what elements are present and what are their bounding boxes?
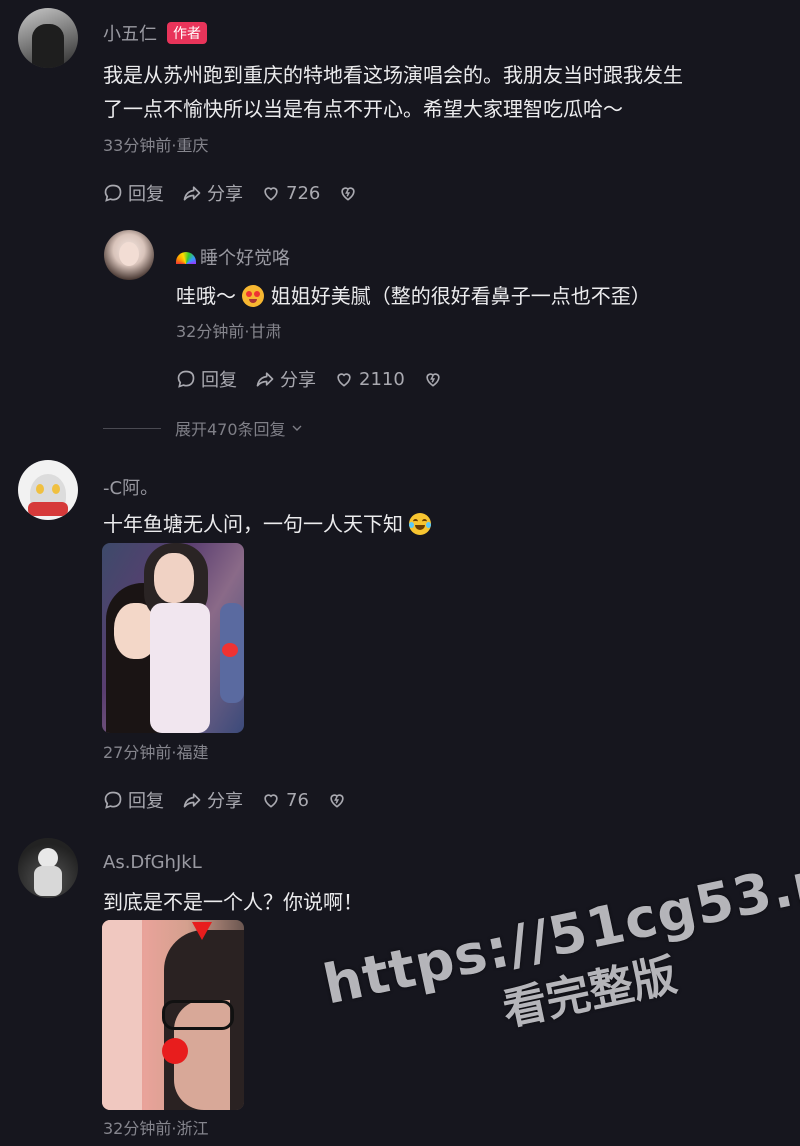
chevron-down-icon [292,425,302,431]
laughing-tears-emoji-icon [409,513,432,535]
share-arrow-icon [183,186,201,201]
expand-replies-button[interactable]: 展开470条回复 [103,416,305,440]
heart-icon [264,794,278,808]
share-arrow-icon [183,793,201,808]
comment-bubble-icon [104,184,122,202]
comment-text: 我是从苏州跑到重庆的特地看这场演唱会的。我朋友当时跟我发生 了一点不愉快所以当是… [103,63,683,121]
heart-icon [337,373,351,387]
avatar[interactable] [18,460,78,520]
username[interactable]: 睡个好觉咯 [176,244,290,270]
divider-line [103,427,161,429]
comment-bubble-icon [104,791,122,809]
reply-button[interactable]: 回复 [103,787,164,813]
dislike-button[interactable] [423,369,443,389]
like-count: 726 [286,182,321,204]
like-count: 76 [286,789,309,811]
share-button[interactable]: 分享 [182,180,243,206]
broken-heart-icon [330,794,344,808]
like-button[interactable]: 76 [261,790,309,811]
comment-meta: 27分钟前·福建 [103,743,209,762]
share-button[interactable]: 分享 [182,787,243,813]
comment-actions: 回复 分享 726 [103,180,376,206]
like-button[interactable]: 2110 [334,369,405,390]
dislike-button[interactable] [338,183,358,203]
reply-text: 哇哦～ 姐姐好美腻（整的很好看鼻子一点也不歪） [176,284,651,308]
username[interactable]: As.DfGhJkL [103,852,202,873]
comment-meta: 32分钟前·浙江 [103,1119,209,1138]
comment-actions: 回复 分享 76 [103,787,365,813]
reply-actions: 回复 分享 2110 [176,366,461,392]
reply-button[interactable]: 回复 [176,366,237,392]
username[interactable]: -C阿。 [103,474,158,500]
broken-heart-icon [341,187,356,201]
author-badge: 作者 [167,22,207,44]
comment-text: 十年鱼塘无人问，一句一人天下知 [103,507,432,541]
comment-bubble-icon [177,370,195,388]
heart-icon [264,187,278,201]
watermark: https://51cg53.me 看完整版 [318,836,800,1121]
broken-heart-icon [426,373,440,387]
reply-meta: 32分钟前·甘肃 [176,322,282,341]
reply-button[interactable]: 回复 [103,180,164,206]
avatar[interactable] [18,8,78,68]
avatar[interactable] [18,838,78,898]
like-button[interactable]: 726 [261,183,320,204]
dislike-button[interactable] [327,790,347,810]
like-count: 2110 [359,368,405,390]
share-button[interactable]: 分享 [255,366,316,392]
avatar[interactable] [104,230,154,280]
comment-meta: 33分钟前·重庆 [103,136,209,155]
username[interactable]: 小五仁 作者 [103,20,207,46]
share-arrow-icon [256,372,274,387]
comment-image[interactable] [102,920,244,1110]
comment-text: 到底是不是一个人？你说啊！ [103,890,363,914]
comment-image[interactable] [102,543,244,733]
rainbow-icon [176,252,196,264]
heart-eyes-emoji-icon [242,285,265,307]
